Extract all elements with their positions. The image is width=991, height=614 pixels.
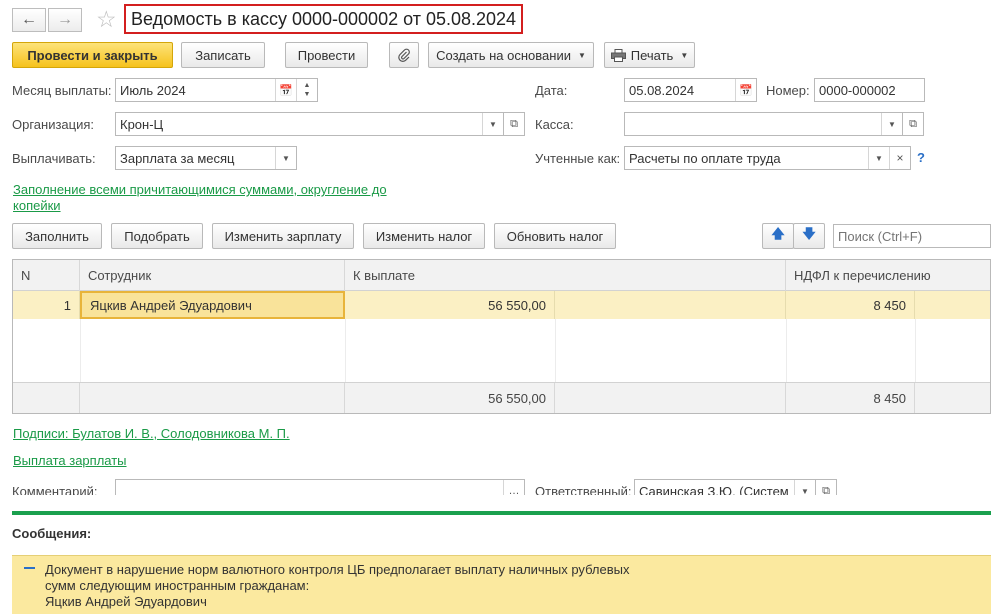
chevron-down-icon: ▼ bbox=[680, 50, 689, 60]
number-label: Номер: bbox=[766, 83, 810, 98]
chevron-down-icon[interactable]: ▼ bbox=[881, 113, 902, 135]
number-field[interactable]: 0000-000002 bbox=[814, 78, 925, 102]
accounted-label: Учтенные как: bbox=[535, 151, 621, 166]
message-item[interactable]: Документ в нарушение норм валютного конт… bbox=[12, 555, 991, 614]
chevron-down-icon[interactable]: ▼ bbox=[794, 480, 815, 495]
column-divider bbox=[555, 319, 556, 382]
print-button[interactable]: Печать ▼ bbox=[604, 42, 695, 68]
open-responsible-button[interactable]: ⧉ bbox=[815, 479, 837, 495]
fill-settings-link-line2[interactable]: копейки bbox=[13, 198, 61, 213]
arrow-down-icon: 🡇 bbox=[802, 226, 816, 241]
move-down-button[interactable]: 🡇 bbox=[793, 223, 825, 249]
month-stepper[interactable]: ▲ ▼ bbox=[296, 79, 317, 101]
clear-icon[interactable]: × bbox=[889, 147, 910, 169]
bottom-fields-row: Комментарий: … Ответственный: Савинская … bbox=[0, 478, 991, 495]
pay-type-label: Выплачивать: bbox=[12, 151, 96, 166]
open-icon: ⧉ bbox=[909, 117, 917, 130]
fill-button[interactable]: Заполнить bbox=[12, 223, 102, 249]
chevron-down-icon[interactable]: ▼ bbox=[482, 113, 503, 135]
calendar-icon[interactable]: 📅 bbox=[275, 79, 296, 101]
collapse-icon[interactable] bbox=[24, 567, 35, 569]
messages-title: Сообщения: bbox=[12, 526, 92, 541]
column-divider bbox=[915, 319, 916, 382]
messages-divider bbox=[12, 511, 991, 515]
column-header-payout[interactable]: К выплате bbox=[345, 260, 786, 291]
pay-type-field[interactable]: Зарплата за месяц ▼ bbox=[115, 146, 297, 170]
date-label: Дата: bbox=[535, 83, 568, 98]
total-ndfl: 8 450 bbox=[786, 383, 915, 413]
employee-cell[interactable]: Яцкив Андрей Эдуардович bbox=[80, 291, 345, 319]
more-icon[interactable]: … bbox=[503, 480, 524, 495]
open-organization-button[interactable]: ⧉ bbox=[503, 112, 525, 136]
star-icon[interactable]: ☆ bbox=[96, 6, 117, 33]
open-icon: ⧉ bbox=[822, 484, 830, 496]
attach-button[interactable] bbox=[389, 42, 419, 68]
back-button[interactable]: ← bbox=[12, 8, 46, 32]
move-up-button[interactable]: 🡅 bbox=[762, 223, 794, 249]
arrow-right-icon: → bbox=[57, 11, 73, 28]
footer-cell bbox=[13, 383, 80, 413]
responsible-field[interactable]: Савинская З.Ю. (Систем ▼ bbox=[634, 479, 816, 495]
page-title: Ведомость в кассу 0000-000002 от 05.08.2… bbox=[124, 4, 524, 34]
forward-button[interactable]: → bbox=[48, 8, 82, 32]
ndfl-cell[interactable]: 8 450 bbox=[786, 291, 915, 319]
payout-cell[interactable]: 56 550,00 bbox=[345, 291, 555, 319]
chevron-down-icon: ▼ bbox=[577, 50, 586, 60]
open-icon: ⧉ bbox=[510, 117, 518, 130]
comment-field[interactable]: … bbox=[115, 479, 525, 495]
accounted-field[interactable]: Расчеты по оплате труда ▼ × bbox=[624, 146, 911, 170]
date-field[interactable]: 05.08.2024 📅 bbox=[624, 78, 757, 102]
post-and-close-button[interactable]: Провести и закрыть bbox=[12, 42, 173, 68]
printer-icon bbox=[610, 48, 626, 62]
create-based-on-button[interactable]: Создать на основании ▼ bbox=[428, 42, 594, 68]
select-button[interactable]: Подобрать bbox=[111, 223, 203, 249]
column-divider bbox=[786, 319, 787, 382]
organization-label: Организация: bbox=[12, 117, 95, 132]
empty-cell bbox=[555, 291, 786, 319]
change-tax-button[interactable]: Изменить налог bbox=[363, 223, 485, 249]
organization-field[interactable]: Крон-Ц ▼ bbox=[115, 112, 504, 136]
table-row[interactable]: 1 Яцкив Андрей Эдуардович 56 550,00 8 45… bbox=[13, 291, 990, 319]
comment-label: Комментарий: bbox=[12, 484, 98, 495]
arrow-up-icon: 🡅 bbox=[771, 226, 785, 241]
footer-cell bbox=[80, 383, 345, 413]
month-label: Месяц выплаты: bbox=[12, 83, 112, 98]
help-icon[interactable]: ? bbox=[917, 150, 925, 165]
kassa-label: Касса: bbox=[535, 117, 574, 132]
payroll-table: N Сотрудник К выплате НДФЛ к перечислени… bbox=[12, 259, 991, 414]
table-footer: 56 550,00 8 450 bbox=[13, 382, 990, 413]
month-field[interactable]: Июль 2024 📅 ▲ ▼ bbox=[115, 78, 318, 102]
column-divider bbox=[80, 319, 81, 382]
salary-payment-link[interactable]: Выплата зарплаты bbox=[13, 453, 127, 468]
column-header-n[interactable]: N bbox=[13, 260, 80, 291]
refresh-tax-button[interactable]: Обновить налог bbox=[494, 223, 616, 249]
calendar-icon[interactable]: 📅 bbox=[735, 79, 756, 101]
signatures-link[interactable]: Подписи: Булатов И. В., Солодовникова М.… bbox=[13, 426, 290, 441]
arrow-left-icon: ← bbox=[21, 11, 37, 28]
chevron-down-icon[interactable]: ▼ bbox=[868, 147, 889, 169]
footer-cell bbox=[555, 383, 786, 413]
search-input[interactable] bbox=[833, 224, 991, 248]
paperclip-icon bbox=[398, 48, 410, 62]
column-header-employee[interactable]: Сотрудник bbox=[80, 260, 345, 291]
column-header-ndfl[interactable]: НДФЛ к перечислению bbox=[786, 260, 990, 291]
save-button[interactable]: Записать bbox=[181, 42, 265, 68]
responsible-label: Ответственный: bbox=[535, 484, 632, 495]
total-payout: 56 550,00 bbox=[345, 383, 555, 413]
row-number: 1 bbox=[13, 291, 80, 319]
change-salary-button[interactable]: Изменить зарплату bbox=[212, 223, 354, 249]
fill-settings-link[interactable]: Заполнение всеми причитающимися суммами,… bbox=[13, 182, 387, 197]
chevron-down-icon[interactable]: ▼ bbox=[275, 147, 296, 169]
table-header: N Сотрудник К выплате НДФЛ к перечислени… bbox=[13, 260, 990, 291]
column-divider bbox=[345, 319, 346, 382]
kassa-field[interactable]: ▼ bbox=[624, 112, 903, 136]
message-text: Документ в нарушение норм валютного конт… bbox=[45, 562, 630, 609]
post-button[interactable]: Провести bbox=[285, 42, 368, 68]
open-kassa-button[interactable]: ⧉ bbox=[902, 112, 924, 136]
